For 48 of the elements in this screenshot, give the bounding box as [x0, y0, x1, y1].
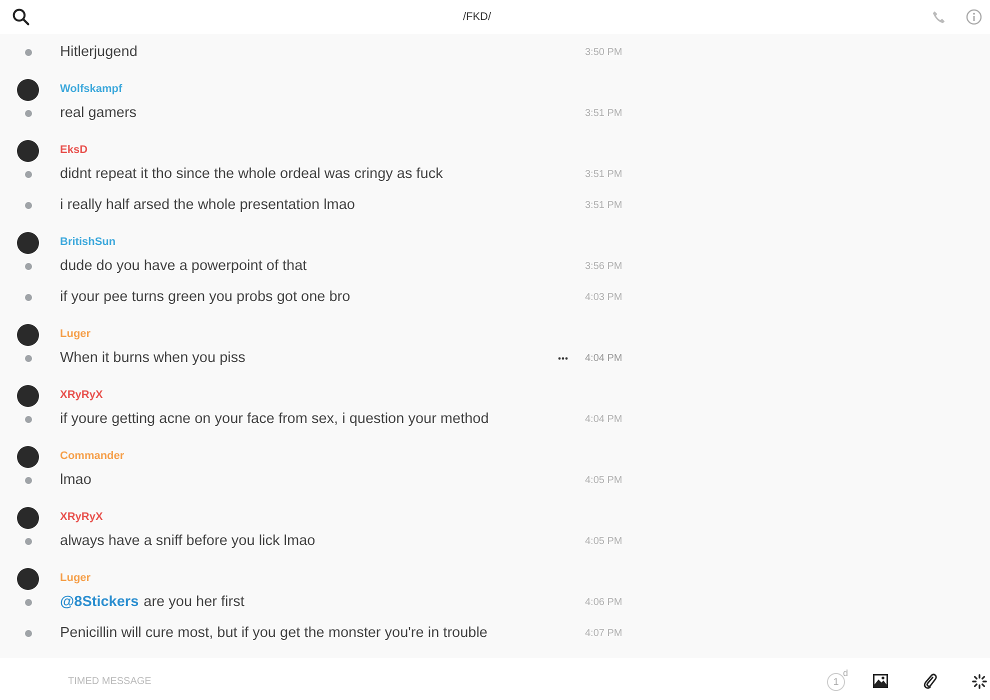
loading-icon[interactable] — [972, 674, 987, 688]
avatar[interactable] — [17, 324, 39, 346]
avatar[interactable] — [17, 446, 39, 468]
avatar[interactable] — [17, 568, 39, 590]
author-name[interactable]: Luger — [60, 570, 91, 587]
timestamp: 4:03 PM — [585, 291, 622, 305]
message-text: if youre getting acne on your face from sex, i question your method — [60, 410, 489, 429]
message-input[interactable]: TIMED MESSAGE — [68, 674, 568, 688]
message-text: if your pee turns green you probs got one bro — [60, 288, 350, 307]
timestamp: 4:05 PM — [585, 474, 622, 488]
author-name[interactable]: BritishSun — [60, 234, 116, 251]
message-text: i really half arsed the whole presentation lmao — [60, 196, 355, 215]
author-name[interactable]: XRyRyX — [60, 387, 103, 404]
timestamp: 4:06 PM — [585, 596, 622, 610]
timestamp: 3:51 PM — [585, 107, 622, 121]
message-text: always have a sniff before you lick lmao — [60, 532, 316, 551]
message-text: are you her first — [144, 592, 244, 612]
timestamp: 4:07 PM — [585, 627, 622, 641]
timestamp: 4:04 PM — [585, 352, 622, 366]
message-text: lmao — [60, 470, 92, 490]
mention-link[interactable]: @8Stickers — [60, 592, 139, 614]
author-name[interactable]: EksD — [60, 142, 88, 159]
message-text: dude do you have a powerpoint of that — [60, 256, 307, 276]
search-icon[interactable] — [12, 8, 30, 26]
timestamp: 4:04 PM — [585, 413, 622, 427]
message-text: Penicillin will cure most, but if you get the monster you're in trouble — [60, 624, 488, 643]
message-text: didnt repeat it tho since the whole ordeal was cringy as fuck — [60, 164, 443, 184]
timestamp: 4:05 PM — [585, 535, 622, 549]
timestamp: 3:51 PM — [585, 168, 622, 182]
timestamp: 3:50 PM — [585, 46, 622, 60]
author-name[interactable]: XRyRyX — [60, 509, 103, 526]
more-icon[interactable] — [558, 357, 568, 360]
avatar[interactable] — [17, 384, 39, 406]
avatar[interactable] — [17, 232, 39, 254]
paperclip-icon[interactable] — [923, 673, 937, 689]
message-text: When it burns when you piss — [60, 348, 246, 368]
author-name[interactable]: Wolfskampf — [60, 81, 122, 98]
avatar[interactable] — [17, 506, 39, 528]
channel-title: /FKD/ — [462, 10, 492, 25]
avatar[interactable] — [17, 140, 39, 162]
message-text: Hitlerjugend — [60, 42, 138, 62]
timestamp: 3:56 PM — [585, 260, 622, 274]
timestamp: 3:51 PM — [585, 199, 622, 213]
image-icon[interactable] — [873, 674, 888, 688]
author-name[interactable]: Luger — [60, 326, 91, 343]
author-name[interactable]: Commander — [60, 448, 124, 465]
avatar[interactable] — [17, 78, 39, 100]
message-text: real gamers — [60, 104, 137, 123]
